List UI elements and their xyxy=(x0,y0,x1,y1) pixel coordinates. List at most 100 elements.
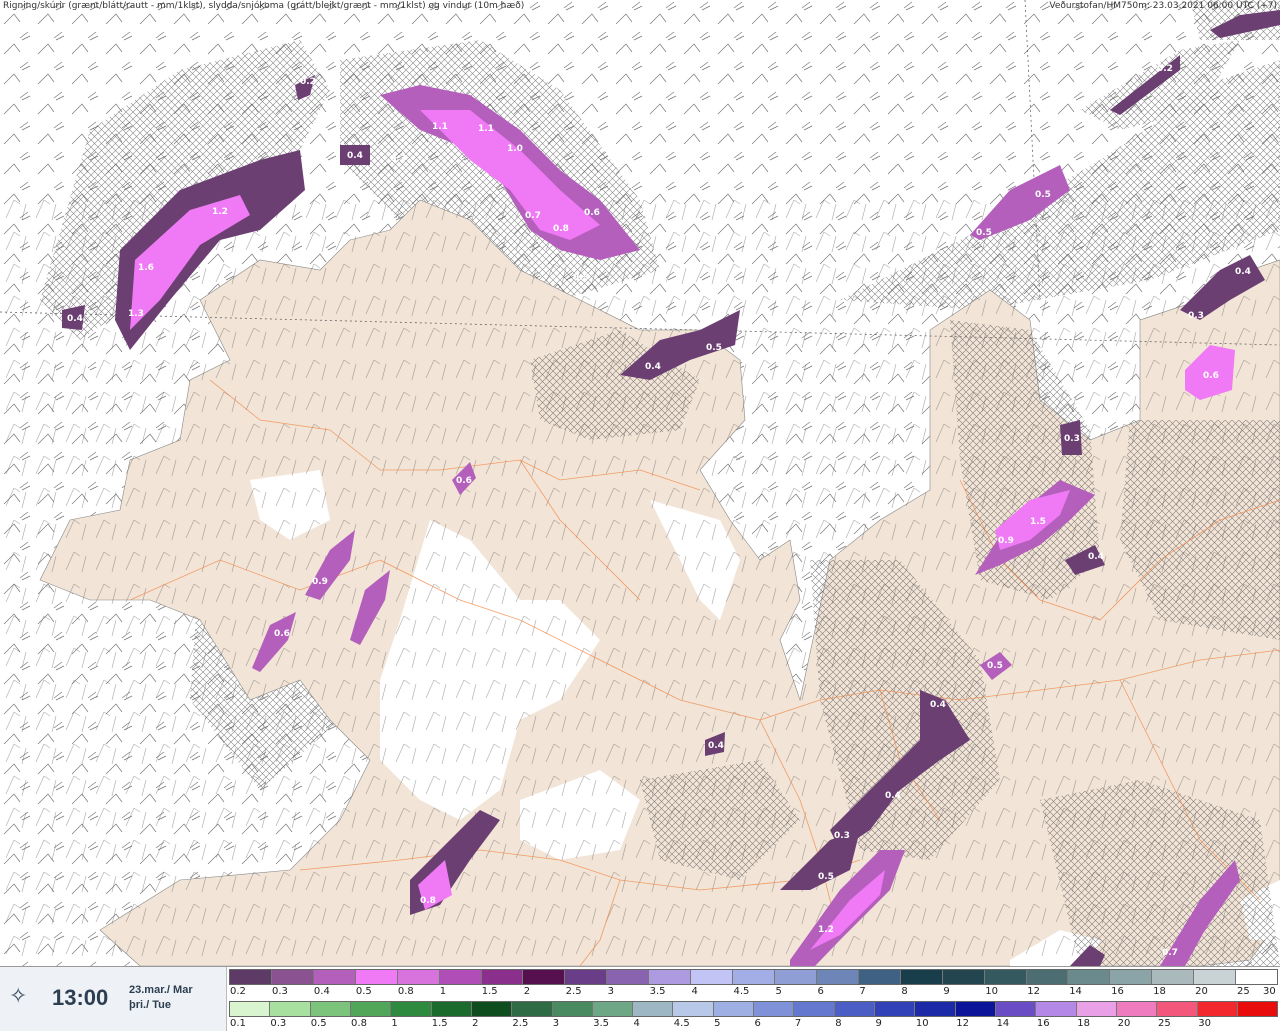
precip-label: 0.4 xyxy=(67,314,83,324)
precip-label: 0.2 xyxy=(1157,64,1173,74)
legend-label: 12 xyxy=(1027,986,1040,997)
forecast-date: 23.mar./ Mar xyxy=(129,984,193,996)
precip-label: 0.4 xyxy=(347,151,363,161)
legend-swatch xyxy=(984,970,1027,984)
legend-label: 2.5 xyxy=(512,1018,529,1029)
legend-swatch xyxy=(471,1002,513,1016)
legend-label: 3 xyxy=(607,986,614,997)
precip-label: 1.6 xyxy=(138,263,154,273)
model-run-info: Veðurstofan/HM750m: 23.03.2021 06:00 UTC… xyxy=(1049,1,1277,11)
legend-label: 10 xyxy=(915,1018,929,1029)
legend-label: 14 xyxy=(1069,986,1082,997)
legend-swatch xyxy=(955,1002,996,1016)
precip-label: 1.2 xyxy=(818,925,834,935)
legend-swatch xyxy=(733,970,775,984)
precip-label: 0.9 xyxy=(998,536,1014,546)
precip-label: 0.7 xyxy=(525,211,541,221)
legend-label: 1 xyxy=(439,986,447,997)
legend-swatch xyxy=(1237,1002,1278,1016)
legend-label: 9 xyxy=(943,986,950,997)
precip-label: 0.4 xyxy=(885,791,901,801)
legend-swatch xyxy=(1194,970,1237,984)
legend-swatch xyxy=(754,1002,795,1016)
legend-label: 6 xyxy=(754,1018,761,1029)
legend-swatch xyxy=(794,1002,835,1016)
precip-label: 1.0 xyxy=(507,144,523,154)
precip-label: 0.3 xyxy=(834,831,850,841)
precip-label: 0.5 xyxy=(706,343,722,353)
legend-swatch xyxy=(1076,1002,1117,1016)
legend-swatch xyxy=(1026,970,1069,984)
legend-swatch xyxy=(391,1002,432,1016)
precip-label: 0.5 xyxy=(976,228,992,238)
legend-label: 0.1 xyxy=(230,1018,246,1029)
legend-swatch xyxy=(942,970,985,984)
legend-label: 2 xyxy=(523,986,531,997)
legend-label: 8 xyxy=(901,986,908,997)
precip-label: 0.6 xyxy=(274,629,290,639)
legend-swatch xyxy=(1197,1002,1238,1016)
legend-swatch xyxy=(230,970,272,984)
legend-swatch xyxy=(1157,1002,1198,1016)
precip-label: 0.4 xyxy=(1235,267,1251,277)
legend-label: 2 xyxy=(472,1018,479,1029)
rain-color-scale xyxy=(229,1001,1278,1017)
legend-swatch xyxy=(523,970,566,984)
precip-label: 0.3 xyxy=(1188,311,1204,321)
legend-label: 16 xyxy=(1036,1018,1050,1029)
legend-swatch xyxy=(552,1002,593,1016)
legend-label: 4.5 xyxy=(733,986,750,997)
legend-swatch xyxy=(431,1002,472,1016)
legend-swatch xyxy=(834,1002,875,1016)
precip-label: 0.3 xyxy=(1064,434,1080,444)
legend-label: 0.8 xyxy=(351,1018,367,1029)
legend-swatch xyxy=(1152,970,1195,984)
legend-swatch xyxy=(270,1002,311,1016)
precip-label: 0.2 xyxy=(300,77,316,87)
legend-swatch xyxy=(397,970,440,984)
legend-swatch xyxy=(1068,970,1111,984)
legend-label: 0.2 xyxy=(230,986,246,997)
precip-label: 0.6 xyxy=(456,476,472,486)
precip-label: 0.6 xyxy=(584,208,600,218)
precip-label: 0.4 xyxy=(708,741,724,751)
map-title: Rigning/skúrir (grænt/blátt/rautt - mm/1… xyxy=(3,1,525,11)
legend-label: 0.5 xyxy=(355,986,372,997)
legend-label: 16 xyxy=(1111,986,1124,997)
legend-label: 4.5 xyxy=(673,1018,690,1029)
time-panel: ✧ 13:00 23.mar./ Mar þri./ Tue xyxy=(0,967,227,1031)
legend-label: 1.5 xyxy=(431,1018,448,1029)
legend-swatch xyxy=(607,970,650,984)
legend-swatch xyxy=(875,1002,916,1016)
legend-label: 4 xyxy=(633,1018,640,1029)
legend-swatch xyxy=(1236,970,1278,984)
weather-map[interactable]: 0.2 1.1 1.1 1.0 0.4 0.3 1.2 1.6 1.3 0.4 … xyxy=(0,0,1280,966)
precip-label: 1.3 xyxy=(128,309,144,319)
legend-swatch xyxy=(995,1002,1037,1016)
precip-label: 0.4 xyxy=(645,362,661,372)
legend-label: 10 xyxy=(985,986,998,997)
legend-swatch xyxy=(649,970,692,984)
legend-swatch xyxy=(350,1002,392,1016)
precip-label: 0.3 xyxy=(390,154,406,164)
legend-label: 4 xyxy=(691,986,698,997)
legend-label: 30 xyxy=(1263,986,1276,997)
legend-swatch xyxy=(915,1002,956,1016)
legend-label: 18 xyxy=(1153,986,1166,997)
legend-label: 25 xyxy=(1237,986,1250,997)
wind-barbs-land xyxy=(0,200,1280,966)
legend-label: 25 xyxy=(1157,1018,1171,1029)
legend-label: 1 xyxy=(391,1018,398,1029)
legend-swatch xyxy=(713,1002,755,1016)
legend-label: 2.5 xyxy=(565,986,582,997)
legend-label: 0.3 xyxy=(270,1018,287,1029)
legend-label: 3.5 xyxy=(649,986,666,997)
four-point-star-icon[interactable]: ✧ xyxy=(9,985,27,1007)
legend-swatch xyxy=(439,970,482,984)
legend-swatch xyxy=(512,1002,553,1016)
precip-label: 0.1 xyxy=(85,360,101,370)
precip-label: 0.8 xyxy=(420,896,436,906)
snow-scale-labels: 0.2 0.3 0.4 0.5 0.8 1 1.5 2 2.5 3 3.5 4 4.5 5 6 7 8 9 10 12… xyxy=(229,986,1278,998)
legend-panel: ✧ 13:00 23.mar./ Mar þri./ Tue 0.2 0.3 0.4… xyxy=(0,966,1280,1031)
legend-swatch xyxy=(313,970,356,984)
